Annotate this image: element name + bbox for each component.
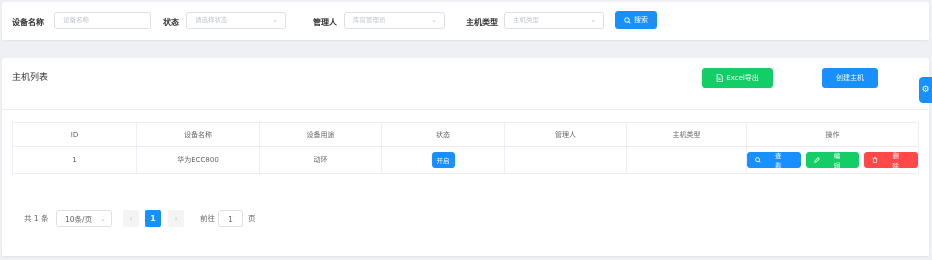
excel-export-label: Excel导出 [726,74,759,82]
host-type-select[interactable]: 主机类型 ⌄ [504,12,604,29]
chevron-down-icon: ⌄ [100,215,106,223]
search-icon [624,16,631,24]
chevron-left-icon: ‹ [129,214,133,223]
host-list-card: 主机列表 Excel导出 创建主机 ID 设备名称 设备用途 状态 管理人 主机… [2,58,929,256]
chevron-down-icon: ⌄ [431,16,437,24]
row-actions: 查看 编辑 删除 [747,152,919,170]
manager-select[interactable]: 库房管理员 ⌄ [344,12,445,29]
pagination: 共 1 条 10条/页 ⌄ ‹ 1 › 前往 1 页 [2,210,402,227]
next-page-button[interactable]: › [168,210,184,227]
edit-icon [813,157,820,163]
manager-label: 管理人 [313,18,337,27]
device-name-input[interactable]: 设备名称 [54,12,151,29]
host-table: ID 设备名称 设备用途 状态 管理人 主机类型 操作 1 华为ECC800 动… [12,122,919,174]
host-type-label: 主机类型 [466,18,498,27]
column-header-status: 状态 [381,122,505,147]
column-header-manager: 管理人 [504,122,627,147]
search-button-label: 搜索 [634,16,648,24]
chevron-right-icon: › [174,214,178,223]
manager-placeholder: 库房管理员 [353,16,386,24]
page-size-select[interactable]: 10条/页 ⌄ [56,210,112,227]
view-button-label: 查看 [775,152,782,170]
page-size-value: 10条/页 [65,215,93,224]
host-type-placeholder: 主机类型 [513,16,539,24]
column-header-device-name: 设备名称 [136,122,260,147]
jump-prefix: 前往 [200,214,215,223]
settings-side-button[interactable]: ⚙ [919,77,932,103]
column-header-device-usage: 设备用途 [259,122,382,147]
create-host-button[interactable]: 创建主机 [822,68,878,88]
cell-id: 1 [12,146,137,174]
edit-button[interactable]: 编辑 [805,152,860,170]
column-header-id: ID [12,122,137,147]
divider [2,109,929,110]
table-header-row: ID 设备名称 设备用途 状态 管理人 主机类型 操作 [12,122,919,147]
cell-host-type [626,146,747,174]
view-button[interactable]: 查看 [747,152,801,170]
cell-device-usage: 动环 [259,146,382,174]
status-placeholder: 请选择状态 [195,16,228,24]
table-row: 1 华为ECC800 动环 开启 查看 编辑 删除 [12,146,919,174]
page-number-current[interactable]: 1 [145,210,161,227]
status-label: 状态 [163,18,179,27]
trash-icon [872,157,878,163]
document-icon [716,74,723,82]
device-name-label: 设备名称 [12,18,44,27]
prev-page-button[interactable]: ‹ [123,210,139,227]
search-icon [755,157,761,163]
chevron-down-icon: ⌄ [272,16,278,24]
cell-manager [504,146,627,174]
page-jump-input[interactable]: 1 [218,210,243,227]
column-header-actions: 操作 [746,122,919,147]
status-toggle-button[interactable]: 开启 [431,152,455,168]
excel-export-button[interactable]: Excel导出 [702,68,773,88]
cell-actions: 查看 编辑 删除 [746,146,919,174]
cell-status: 开启 [381,146,505,174]
edit-button-label: 编辑 [833,152,841,170]
cell-device-name: 华为ECC800 [136,146,260,174]
chevron-down-icon: ⌄ [590,16,596,24]
pagination-total: 共 1 条 [24,214,49,223]
status-select[interactable]: 请选择状态 ⌄ [186,12,286,29]
delete-button[interactable]: 删除 [864,152,919,170]
column-header-host-type: 主机类型 [626,122,747,147]
filter-bar: 设备名称 设备名称 状态 请选择状态 ⌄ 管理人 库房管理员 ⌄ 主机类型 主机… [2,2,929,40]
search-button[interactable]: 搜索 [615,11,657,29]
page-title: 主机列表 [12,73,49,83]
jump-suffix: 页 [248,214,256,223]
device-name-placeholder: 设备名称 [63,16,89,24]
gear-icon: ⚙ [921,85,930,95]
delete-button-label: 删除 [892,152,899,170]
create-host-label: 创建主机 [836,74,864,82]
